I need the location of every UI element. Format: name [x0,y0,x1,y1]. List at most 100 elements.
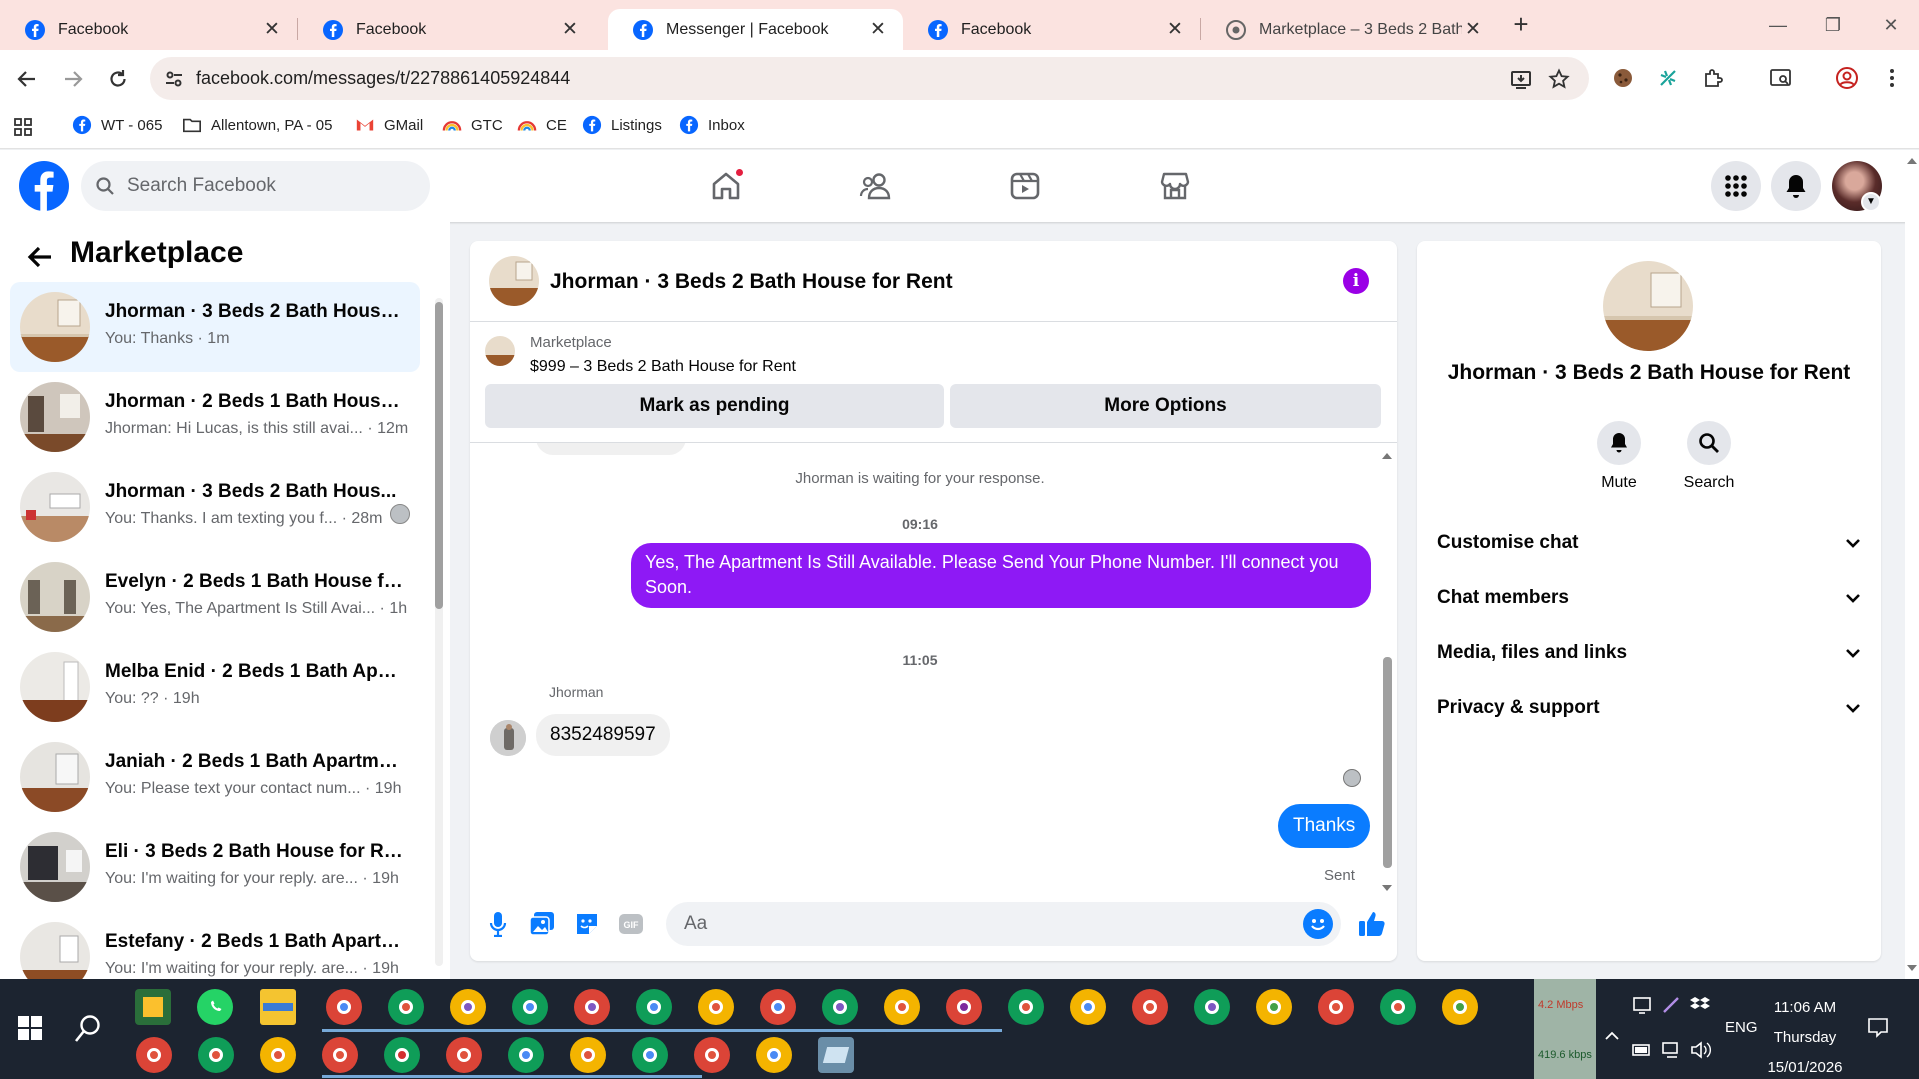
nav-marketplace[interactable] [1153,164,1197,208]
browser-tab-facebook-3[interactable]: Facebook ✕ [903,9,1200,50]
chrome-icon[interactable] [1132,989,1168,1025]
profile-icon[interactable] [1833,64,1861,92]
chrome-icon[interactable] [1318,989,1354,1025]
whatsapp-icon[interactable] [197,989,233,1025]
chrome-icon[interactable] [260,1037,296,1073]
conversation-item[interactable]: Estefany · 2 Beds 1 Bath Apartm... You: … [10,912,420,979]
chrome-icon[interactable] [822,989,858,1025]
chrome-icon[interactable] [1070,989,1106,1025]
forward-button[interactable] [58,64,88,94]
chrome-icon[interactable] [570,1037,606,1073]
chat-members-row[interactable]: Chat members [1437,578,1861,618]
more-options-button[interactable]: More Options [950,384,1381,428]
chrome-icon[interactable] [574,989,610,1025]
pen-icon[interactable] [1661,995,1681,1015]
nav-home[interactable] [704,164,748,208]
bookmark-listings[interactable]: Listings [582,115,662,135]
puzzle-icon[interactable] [1699,64,1727,92]
page-scrollbar[interactable] [1905,150,1919,979]
facebook-logo-icon[interactable] [19,161,69,211]
browser-tab-facebook-1[interactable]: Facebook ✕ [0,9,297,50]
conversation-item[interactable]: Melba Enid · 2 Beds 1 Bath Apart... You:… [10,642,420,732]
bookmark-ce[interactable]: CE [517,115,567,135]
sticker-icon[interactable] [572,909,602,939]
dropbox-icon[interactable] [1690,995,1710,1015]
menu-dots-icon[interactable] [1878,64,1906,92]
screen-icon[interactable] [1632,995,1652,1015]
conversation-item[interactable]: Jhorman · 2 Beds 1 Bath House f... Jhorm… [10,372,420,462]
message-scrollbar[interactable] [1380,451,1394,891]
chrome-icon[interactable] [512,989,548,1025]
chrome-icon[interactable] [388,989,424,1025]
chrome-icon[interactable] [1008,989,1044,1025]
mark-as-pending-button[interactable]: Mark as pending [485,384,944,428]
close-window-button[interactable]: ✕ [1874,8,1908,42]
chrome-icon[interactable] [1442,989,1478,1025]
mute-button[interactable]: Mute [1584,421,1654,492]
microphone-icon[interactable] [483,909,513,939]
chrome-icon[interactable] [946,989,982,1025]
close-icon[interactable]: ✕ [559,19,581,41]
chrome-icon[interactable] [694,1037,730,1073]
search-in-conversation-button[interactable]: Search [1674,421,1744,492]
browser-tab-messenger[interactable]: Messenger | Facebook ✕ [608,9,903,50]
reload-button[interactable] [103,64,133,94]
chrome-icon[interactable] [698,989,734,1025]
chrome-icon[interactable] [198,1037,234,1073]
sender-avatar[interactable] [490,720,526,756]
chrome-icon[interactable] [760,989,796,1025]
message-composer[interactable] [666,902,1341,946]
minimize-button[interactable]: — [1761,8,1795,42]
conversation-item[interactable]: Eli · 3 Beds 2 Bath House for Rent You: … [10,822,420,912]
chevron-up-icon[interactable] [1604,1031,1620,1041]
cookie-extension-icon[interactable] [1609,64,1637,92]
chrome-icon[interactable] [508,1037,544,1073]
chrome-icon[interactable] [1194,989,1230,1025]
windows-start-icon[interactable] [18,1016,42,1040]
nav-video[interactable] [1003,164,1047,208]
system-clock[interactable]: 11:06 AM Thursday 15/01/2026 [1760,993,1850,1079]
chrome-icon[interactable] [384,1037,420,1073]
emoji-icon[interactable] [1303,909,1333,939]
taskbar-app-icon[interactable] [135,989,171,1025]
conversation-item[interactable]: Jhorman · 3 Beds 2 Bath House f... You: … [10,282,420,372]
back-arrow-icon[interactable] [25,242,55,272]
chrome-icon[interactable] [326,989,362,1025]
browser-tab-facebook-2[interactable]: Facebook ✕ [298,9,595,50]
close-icon[interactable]: ✕ [1164,19,1186,41]
conversation-item[interactable]: Jhorman · 3 Beds 2 Bath Hous... You: Tha… [10,462,420,552]
notifications-button[interactable] [1771,161,1821,211]
photo-icon[interactable] [527,909,557,939]
customise-chat-row[interactable]: Customise chat [1437,523,1861,563]
close-icon[interactable]: ✕ [867,19,889,41]
browser-tab-marketplace[interactable]: Marketplace – 3 Beds 2 Bath Ho ✕ [1201,9,1498,50]
chrome-icon[interactable] [322,1037,358,1073]
close-icon[interactable]: ✕ [1462,19,1484,41]
bookmark-star-icon[interactable] [1548,68,1570,90]
chrome-icon[interactable] [450,989,486,1025]
scroll-up-arrow[interactable] [1907,158,1917,164]
scrollbar-thumb[interactable] [1383,657,1392,868]
search-icon[interactable] [74,1014,102,1044]
bookmark-allentown[interactable]: Allentown, PA - 05 [182,115,332,135]
chrome-icon[interactable] [1380,989,1416,1025]
conversation-list-scrollbar[interactable] [433,288,445,978]
scroll-up-arrow[interactable] [1382,453,1392,459]
media-files-links-row[interactable]: Media, files and links [1437,633,1861,673]
language-indicator[interactable]: ENG [1725,1019,1758,1036]
chrome-icon[interactable] [756,1037,792,1073]
info-icon[interactable]: i [1343,268,1369,294]
bookmark-inbox[interactable]: Inbox [679,115,745,135]
conversation-item[interactable]: Janiah · 2 Beds 1 Bath Apartmen... You: … [10,732,420,822]
back-button[interactable] [12,64,42,94]
conversation-item[interactable]: Evelyn · 2 Beds 1 Bath House for... You:… [10,552,420,642]
chat-avatar[interactable] [489,256,539,306]
file-explorer-icon[interactable] [260,989,296,1025]
chevron-down-icon[interactable]: ▼ [1861,192,1881,212]
action-center-icon[interactable] [1867,1016,1889,1038]
bookmark-gmail[interactable]: GMail [355,115,423,135]
restore-button[interactable]: ❐ [1816,8,1850,42]
close-icon[interactable]: ✕ [261,19,283,41]
like-thumbs-up-icon[interactable] [1355,907,1389,941]
apps-grid-icon[interactable] [13,117,33,137]
